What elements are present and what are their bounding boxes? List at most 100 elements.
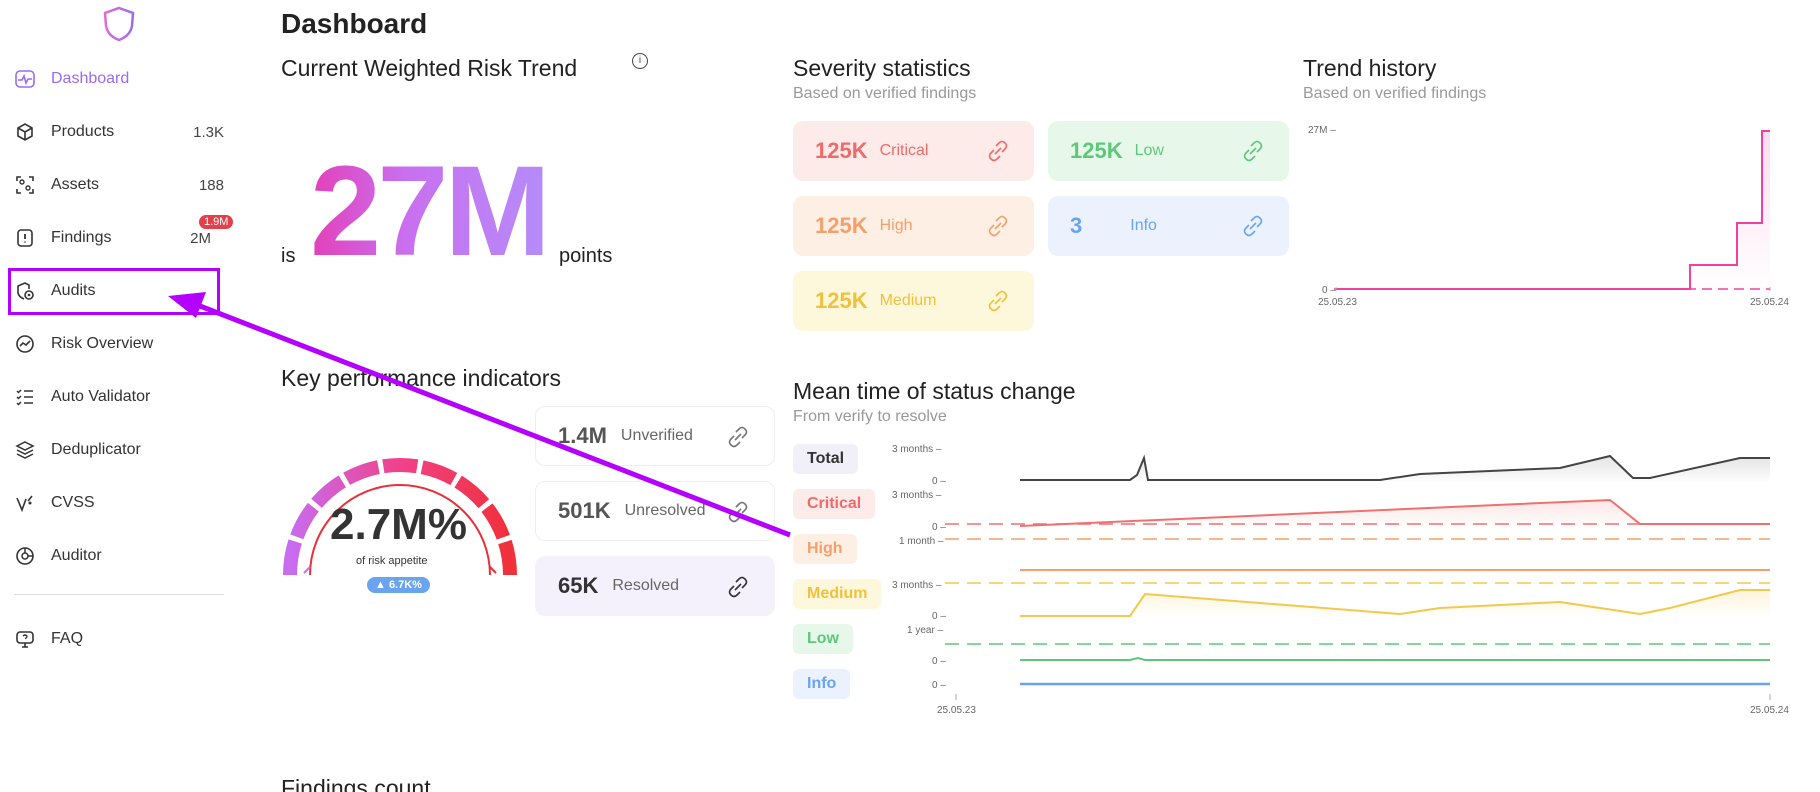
link-icon[interactable] [726, 575, 750, 599]
sidebar-item-products[interactable]: Products 1.3K [14, 110, 224, 154]
kpi-value: 65K [558, 573, 599, 598]
tile-label: Info [1130, 217, 1157, 234]
findings-count-title: Findings count [281, 775, 431, 792]
risk-trend-title: Current Weighted Risk Trend [281, 55, 578, 81]
severity-tile-high[interactable]: 125K High [793, 196, 1034, 256]
tile-label: Medium [879, 292, 937, 309]
legend-info[interactable]: Info [793, 669, 851, 699]
sidebar-item-count: 2M [190, 229, 211, 247]
sidebar-item-label: Auto Validator [51, 388, 151, 405]
gauge-delta-badge: ▲ 6.7K% [367, 577, 430, 593]
sidebar-item-auditor[interactable]: Auditor [14, 534, 224, 578]
link-icon[interactable] [986, 139, 1010, 163]
audit-icon [14, 280, 36, 302]
sidebar-item-risk-overview[interactable]: Risk Overview [14, 322, 224, 366]
legend-critical[interactable]: Critical [793, 489, 876, 519]
legend-total[interactable]: Total [793, 444, 859, 474]
severity-subtitle: Based on verified findings [793, 85, 977, 102]
kpi-value: 1.4M [558, 423, 607, 448]
page-title: Dashboard [281, 8, 428, 39]
cvss-icon [14, 492, 36, 514]
sidebar-item-count: 188 [198, 176, 224, 194]
gauge-caption: of risk appetite [356, 555, 428, 567]
trend-history-subtitle: Based on verified findings [1303, 85, 1487, 102]
sidebar-item-deduplicator[interactable]: Deduplicator [14, 428, 224, 472]
shield-logo-icon[interactable] [102, 6, 136, 42]
trend-line [1336, 130, 1770, 290]
mean-time-title: Mean time of status change [793, 378, 1076, 404]
sidebar-divider [14, 594, 224, 595]
mt-y-label: 1 month – [899, 536, 944, 547]
kpi-card-resolved[interactable]: 65K Resolved [535, 556, 775, 616]
help-monitor-icon [14, 628, 36, 650]
sidebar: Dashboard Products 1.3K Assets 188 Findi… [0, 0, 240, 792]
info-icon[interactable]: i [632, 53, 648, 69]
trend-y-label-min: 0 – [1322, 285, 1336, 296]
findings-badge: 1.9M [199, 215, 234, 229]
trend-history-title: Trend history [1303, 55, 1437, 81]
sidebar-item-label: Assets [51, 176, 100, 193]
sidebar-item-faq[interactable]: FAQ [14, 617, 224, 661]
series-low-line [1020, 656, 1770, 661]
sidebar-item-count: 1.3K [193, 123, 224, 141]
layers-icon [14, 439, 36, 461]
cube-icon [14, 121, 36, 143]
link-icon[interactable] [1241, 214, 1265, 238]
mt-y-label: 0 – [932, 611, 946, 622]
sidebar-item-findings[interactable]: Findings 2M [14, 216, 224, 260]
series-total-line [1020, 454, 1770, 481]
severity-tile-medium[interactable]: 125K Medium [793, 271, 1034, 331]
risk-value: 27M [310, 140, 551, 283]
trend-x-label-end: 25.05.24 [1750, 297, 1789, 308]
kpi-value: 501K [558, 498, 611, 523]
tile-value: 125K [815, 138, 868, 163]
sidebar-item-label: Dashboard [51, 70, 130, 87]
sidebar-item-assets[interactable]: Assets 188 [14, 163, 224, 207]
sidebar-item-cvss[interactable]: CVSS [14, 481, 224, 525]
sidebar-item-label: FAQ [51, 630, 84, 647]
mt-y-label: 0 – [932, 476, 946, 487]
mt-y-label: 1 year – [907, 625, 944, 636]
sidebar-item-label: Risk Overview [51, 335, 154, 352]
sidebar-item-auto-validator[interactable]: Auto Validator [14, 375, 224, 419]
severity-tile-info[interactable]: 3 Info [1048, 196, 1289, 256]
kpi-card-unresolved[interactable]: 501K Unresolved [535, 481, 775, 541]
mean-time-chart: 3 months – 0 – 3 months – 0 – 1 month – … [892, 444, 1789, 716]
trend-history-chart: 27M – 0 – 25.05.23 25.05.24 [1308, 125, 1789, 308]
sidebar-item-dashboard[interactable]: Dashboard [14, 57, 224, 101]
link-icon[interactable] [726, 500, 750, 524]
link-icon[interactable] [986, 289, 1010, 313]
sidebar-item-label: Audits [51, 282, 96, 299]
sidebar-item-audits[interactable]: Audits [14, 269, 224, 313]
sidebar-item-label: Auditor [51, 547, 102, 564]
trend-y-label-max: 27M – [1308, 125, 1336, 136]
mt-y-label: 3 months – [892, 444, 942, 455]
trend-x-label-start: 25.05.23 [1318, 297, 1357, 308]
pulse-icon [14, 68, 36, 90]
tile-label: Low [1134, 142, 1164, 159]
legend-medium[interactable]: Medium [793, 579, 882, 609]
legend-high[interactable]: High [793, 534, 857, 564]
severity-tile-critical[interactable]: 125K Critical [793, 121, 1034, 181]
legend-low[interactable]: Low [793, 624, 853, 654]
chart-circle-icon [14, 333, 36, 355]
mt-y-label: 3 months – [892, 580, 942, 591]
sidebar-item-label: Findings [51, 229, 112, 246]
risk-suffix: points [559, 245, 613, 267]
tile-label: Critical [879, 142, 929, 159]
tile-value: 125K [1070, 138, 1123, 163]
kpi-card-unverified[interactable]: 1.4M Unverified [535, 406, 775, 466]
tile-value: 125K [815, 213, 868, 238]
mean-time-subtitle: From verify to resolve [793, 408, 947, 425]
tile-label: High [879, 217, 913, 234]
sidebar-item-label: CVSS [51, 494, 95, 511]
link-icon[interactable] [726, 425, 750, 449]
link-icon[interactable] [986, 214, 1010, 238]
severity-title: Severity statistics [793, 55, 971, 81]
mt-y-label: 0 – [932, 522, 946, 533]
severity-tile-low[interactable]: 125K Low [1048, 121, 1289, 181]
alert-file-icon [14, 227, 36, 249]
mt-x-label-start: 25.05.23 [937, 705, 976, 716]
link-icon[interactable] [1241, 139, 1265, 163]
tile-value: 3 [1070, 213, 1083, 238]
